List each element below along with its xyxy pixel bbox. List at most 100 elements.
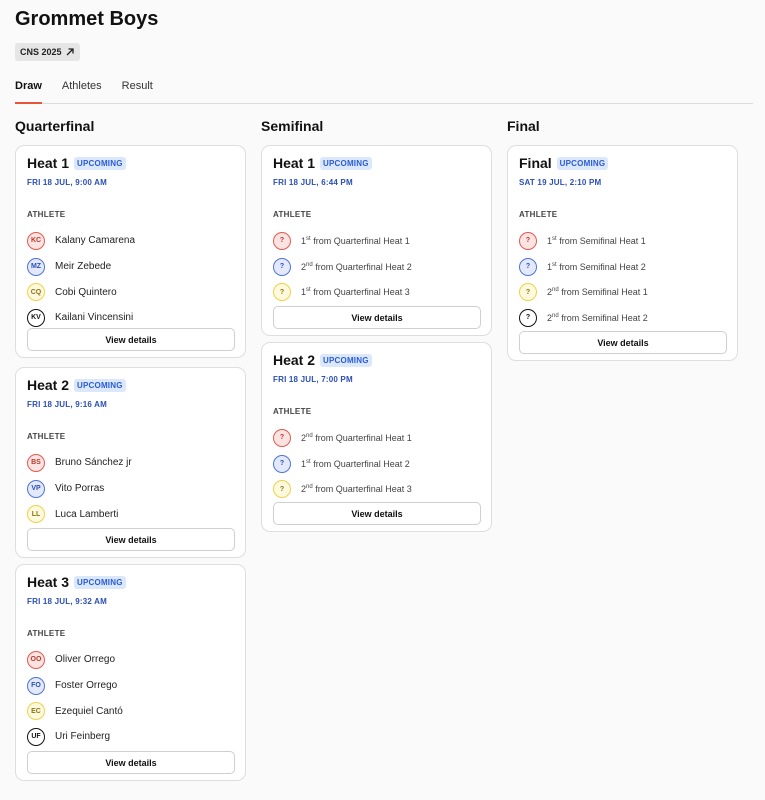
athlete-avatar: KV (27, 308, 45, 327)
athlete-source: 2nd from Quarterfinal Heat 1 (301, 433, 412, 443)
heat-time: FRI 18 JUL, 9:32 AM (27, 597, 107, 606)
athlete-row: FO Foster Orrego (27, 673, 237, 699)
event-tag-label: CNS 2025 (20, 47, 62, 57)
athlete-source: 1st from Semifinal Heat 2 (547, 262, 646, 272)
athlete-avatar: ? (273, 480, 291, 499)
athlete-avatar: ? (273, 283, 291, 302)
athlete-list: ? 1st from Quarterfinal Heat 1? 2nd from Q… (273, 228, 483, 305)
athlete-column-label: ATHLETE (273, 407, 312, 416)
view-details-button[interactable]: View details (519, 331, 727, 354)
athlete-row: ? 2nd from Quarterfinal Heat 1 (273, 425, 483, 451)
heat-header: Heat 2 UPCOMING (27, 377, 126, 393)
athlete-avatar: UF (27, 727, 45, 746)
source-text: from Semifinal Heat 1 (559, 235, 646, 246)
athlete-source: 2nd from Quarterfinal Heat 3 (301, 484, 412, 494)
rank-suffix: nd (306, 261, 313, 268)
athlete-name: Meir Zebede (55, 261, 112, 273)
heat-card: Heat 2 UPCOMING FRI 18 JUL, 7:00 PM ATHLETE… (261, 342, 492, 532)
athlete-name: Kalany Camarena (55, 235, 136, 247)
athlete-row: OO Oliver Orrego (27, 647, 237, 673)
athlete-source: 1st from Semifinal Heat 1 (547, 236, 646, 246)
athlete-row: ? 1st from Semifinal Heat 1 (519, 228, 729, 254)
athlete-name: Bruno Sánchez jr (55, 457, 132, 469)
heat-header: Heat 2 UPCOMING (273, 352, 372, 368)
rank-suffix: st (306, 287, 311, 294)
athlete-name: Uri Feinberg (55, 731, 111, 743)
rank-suffix: st (552, 261, 557, 268)
athlete-row: ? 1st from Quarterfinal Heat 1 (273, 228, 483, 254)
athlete-row: LL Luca Lamberti (27, 501, 237, 527)
athlete-avatar: OO (27, 650, 45, 669)
heat-card: Heat 2 UPCOMING FRI 18 JUL, 9:16 AM ATHLETE… (15, 367, 246, 558)
view-details-button[interactable]: View details (27, 528, 235, 551)
rank-suffix: nd (552, 312, 559, 319)
athlete-avatar: ? (273, 257, 291, 276)
status-badge: UPCOMING (320, 353, 372, 367)
athlete-avatar: MZ (27, 257, 45, 276)
athlete-row: ? 1st from Quarterfinal Heat 3 (273, 279, 483, 305)
athlete-source: 1st from Quarterfinal Heat 3 (301, 287, 410, 297)
heat-name: Final (519, 155, 552, 171)
athlete-avatar: KC (27, 231, 45, 250)
status-badge: UPCOMING (74, 378, 126, 392)
athlete-row: ? 2nd from Semifinal Heat 2 (519, 305, 729, 331)
page-title: Grommet Boys (15, 8, 159, 30)
source-text: from Quarterfinal Heat 3 (315, 484, 412, 495)
athlete-avatar: BS (27, 453, 45, 472)
athlete-name: Oliver Orrego (55, 654, 116, 666)
athlete-column-label: ATHLETE (519, 210, 558, 219)
heat-name: Heat 2 (273, 352, 316, 368)
status-badge: UPCOMING (74, 575, 126, 589)
status-badge: UPCOMING (556, 156, 609, 170)
heat-card: Heat 3 UPCOMING FRI 18 JUL, 9:32 AM ATHLETE… (15, 564, 246, 781)
athlete-source: 2nd from Semifinal Heat 2 (547, 313, 648, 323)
rank-suffix: st (552, 235, 557, 242)
view-details-button[interactable]: View details (273, 502, 481, 525)
source-text: from Quarterfinal Heat 1 (315, 432, 412, 443)
athlete-list: ? 1st from Semifinal Heat 1? 1st from Semi… (519, 228, 729, 331)
athlete-column-label: ATHLETE (273, 210, 312, 219)
heat-header: Final UPCOMING (519, 155, 609, 171)
athlete-source: 2nd from Quarterfinal Heat 2 (301, 262, 412, 272)
source-text: from Quarterfinal Heat 2 (313, 458, 410, 469)
athlete-list: ? 2nd from Quarterfinal Heat 1? 1st from Q… (273, 425, 483, 502)
event-tag-link[interactable]: CNS 2025 (15, 43, 80, 61)
athlete-name: Kailani Vincensini (55, 312, 134, 324)
column-title-quarterfinal: Quarterfinal (15, 118, 95, 134)
athlete-column-label: ATHLETE (27, 210, 66, 219)
heat-card: Heat 1 UPCOMING FRI 18 JUL, 6:44 PM ATHLETE… (261, 145, 492, 336)
view-details-button[interactable]: View details (27, 751, 235, 774)
athlete-name: Cobi Quintero (55, 286, 117, 298)
athlete-name: Foster Orrego (55, 680, 118, 692)
heat-header: Heat 1 UPCOMING (27, 155, 126, 171)
athlete-name: Luca Lamberti (55, 508, 119, 520)
tab-draw[interactable]: Draw (15, 80, 42, 104)
status-badge: UPCOMING (74, 156, 126, 170)
athlete-row: BS Bruno Sánchez jr (27, 450, 237, 476)
athlete-row: MZ Meir Zebede (27, 254, 237, 280)
athlete-row: KV Kailani Vincensini (27, 305, 237, 331)
heat-name: Heat 1 (273, 155, 316, 171)
heat-name: Heat 2 (27, 377, 70, 393)
tab-result[interactable]: Result (122, 80, 153, 104)
athlete-name: Ezequiel Cantó (55, 705, 123, 717)
athlete-avatar: LL (27, 505, 45, 524)
tab-athletes[interactable]: Athletes (62, 80, 102, 104)
athlete-row: KC Kalany Camarena (27, 228, 237, 254)
rank-suffix: nd (552, 287, 559, 294)
rank-suffix: nd (306, 432, 313, 439)
athlete-source: 2nd from Semifinal Heat 1 (547, 287, 648, 297)
heat-card: Final UPCOMING SAT 19 JUL, 2:10 PM ATHLETE?… (507, 145, 738, 361)
tab-bar: Draw Athletes Result (15, 80, 753, 104)
view-details-button[interactable]: View details (273, 306, 481, 329)
athlete-avatar: ? (519, 231, 537, 250)
athlete-column-label: ATHLETE (27, 432, 66, 441)
athlete-avatar: ? (519, 257, 537, 276)
rank-suffix: st (306, 458, 311, 465)
athlete-source: 1st from Quarterfinal Heat 2 (301, 459, 410, 469)
heat-name: Heat 3 (27, 574, 70, 590)
athlete-avatar: VP (27, 479, 45, 498)
heat-header: Heat 3 UPCOMING (27, 574, 126, 590)
athlete-avatar: FO (27, 676, 45, 695)
view-details-button[interactable]: View details (27, 328, 235, 351)
